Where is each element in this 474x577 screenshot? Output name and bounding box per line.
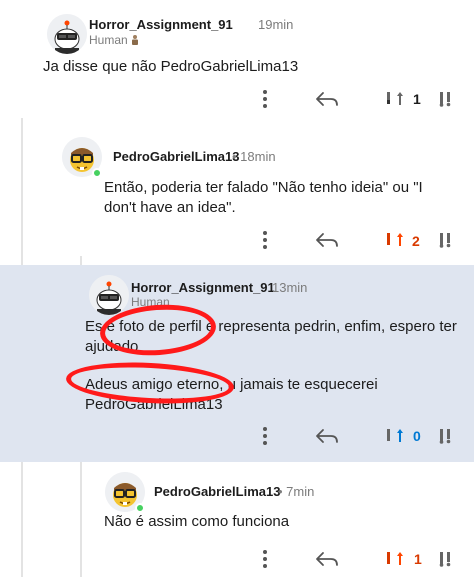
upvote-button[interactable] [385,229,405,251]
snoo-avatar-icon [89,275,129,315]
reply-button[interactable] [314,425,340,447]
username[interactable]: Horror_Assignment_91 [89,17,233,32]
upvote-icon [387,233,403,246]
more-options-button[interactable] [256,229,274,251]
avatar[interactable] [47,14,87,54]
flair-label: Human [89,33,128,47]
reply-icon [316,233,338,247]
downvote-button[interactable] [437,229,455,251]
more-vert-icon [263,427,267,445]
more-vert-icon [263,231,267,249]
user-flair: Human [89,33,139,47]
reply-icon [316,92,338,106]
downvote-button[interactable] [437,425,455,447]
upvote-icon [387,552,403,565]
reply-button[interactable] [314,229,340,251]
comment-body-paragraph: Es e foto de perfil e representa pedrin,… [85,318,457,355]
reply-icon [316,429,338,443]
downvote-icon [439,92,451,107]
upvote-icon [387,92,403,105]
timestamp: 19min [258,17,294,32]
downvote-button[interactable] [437,548,455,570]
reply-button[interactable] [314,88,340,110]
more-vert-icon [263,90,267,108]
comment-2: PedroGabrielLima13 • 18min Então, poderi… [0,118,474,265]
more-vert-icon [263,550,267,568]
online-status-dot [92,168,102,178]
vote-count: 1 [414,551,422,567]
comment-body-paragraph: Adeus amigo eterno, u jamais te esquecer… [85,376,378,413]
username[interactable]: PedroGabrielLima13 [113,149,239,164]
username[interactable]: Horror_Assignment_91 [131,280,275,295]
downvote-icon [439,233,451,248]
person-icon [132,35,139,45]
more-options-button[interactable] [256,88,274,110]
comment-1: Horror_Assignment_91 19min Human Ja diss… [0,0,474,118]
timestamp: • 7min [278,484,315,499]
snoo-avatar-icon [47,14,87,54]
upvote-icon [387,429,403,442]
username[interactable]: PedroGabrielLima13 [154,484,280,499]
upvote-button[interactable] [385,548,405,570]
avatar[interactable] [89,275,129,315]
more-options-button[interactable] [256,425,274,447]
upvote-button[interactable] [385,425,405,447]
reply-button[interactable] [314,548,340,570]
vote-count: 0 [413,428,421,444]
more-options-button[interactable] [256,548,274,570]
reply-icon [316,552,338,566]
comment-4: PedroGabrielLima13 • 7min Não é assim co… [0,462,474,577]
downvote-icon [439,552,451,567]
downvote-button[interactable] [437,88,455,110]
vote-count: 1 [413,91,421,107]
comment-3-highlighted: Horror_Assignment_91 13min Human Es e fo… [0,265,474,462]
comment-body: Então, poderia ter falado "Não tenho ide… [104,179,423,216]
comment-body: Não é assim como funciona [104,513,290,530]
vote-count: 2 [412,233,420,249]
downvote-icon [439,429,451,444]
comment-body: Ja disse que não PedroGabrielLima13 [43,58,299,75]
upvote-button[interactable] [385,88,405,110]
timestamp: 13min [272,280,308,295]
user-flair: Human [131,295,170,309]
timestamp: • 18min [232,149,276,164]
